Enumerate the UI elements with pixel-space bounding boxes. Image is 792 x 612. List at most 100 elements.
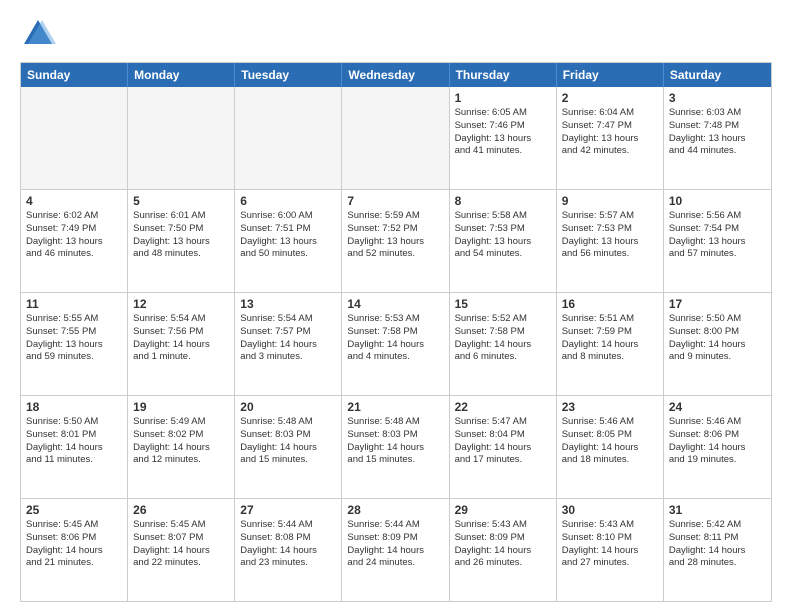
header — [20, 16, 772, 52]
cell-line: Sunset: 8:09 PM — [347, 532, 443, 545]
cell-line: Daylight: 14 hours — [240, 442, 336, 455]
cell-line: Sunrise: 5:44 AM — [240, 519, 336, 532]
day-number: 23 — [562, 400, 658, 414]
day-number: 6 — [240, 194, 336, 208]
cell-line: Sunset: 8:06 PM — [669, 429, 766, 442]
cell-line: Daylight: 13 hours — [240, 236, 336, 249]
calendar-cell-day-30: 30Sunrise: 5:43 AMSunset: 8:10 PMDayligh… — [557, 499, 664, 601]
cell-line: Sunrise: 5:47 AM — [455, 416, 551, 429]
cell-line: Daylight: 14 hours — [669, 442, 766, 455]
cell-line: Sunrise: 5:49 AM — [133, 416, 229, 429]
cell-line: Sunset: 7:46 PM — [455, 120, 551, 133]
cell-line: Sunrise: 5:58 AM — [455, 210, 551, 223]
cell-line: and 41 minutes. — [455, 145, 551, 158]
weekday-header-friday: Friday — [557, 63, 664, 87]
cell-line: Sunrise: 5:59 AM — [347, 210, 443, 223]
cell-line: Sunrise: 5:56 AM — [669, 210, 766, 223]
cell-line: Daylight: 14 hours — [347, 442, 443, 455]
cell-line: Daylight: 14 hours — [347, 545, 443, 558]
cell-line: and 6 minutes. — [455, 351, 551, 364]
cell-line: Sunrise: 5:48 AM — [347, 416, 443, 429]
calendar-cell-day-5: 5Sunrise: 6:01 AMSunset: 7:50 PMDaylight… — [128, 190, 235, 292]
cell-line: Sunset: 8:00 PM — [669, 326, 766, 339]
cell-line: Sunrise: 5:43 AM — [562, 519, 658, 532]
cell-line: Daylight: 14 hours — [669, 339, 766, 352]
cell-line: and 18 minutes. — [562, 454, 658, 467]
cell-line: Sunrise: 5:50 AM — [669, 313, 766, 326]
cell-line: Daylight: 14 hours — [133, 545, 229, 558]
day-number: 14 — [347, 297, 443, 311]
cell-line: Sunset: 7:59 PM — [562, 326, 658, 339]
day-number: 22 — [455, 400, 551, 414]
cell-line: and 19 minutes. — [669, 454, 766, 467]
cell-line: Sunrise: 5:45 AM — [133, 519, 229, 532]
cell-line: Sunrise: 6:02 AM — [26, 210, 122, 223]
calendar-cell-empty-0-2 — [235, 87, 342, 189]
cell-line: Sunrise: 5:50 AM — [26, 416, 122, 429]
day-number: 1 — [455, 91, 551, 105]
day-number: 31 — [669, 503, 766, 517]
calendar-row-2: 11Sunrise: 5:55 AMSunset: 7:55 PMDayligh… — [21, 293, 771, 396]
cell-line: Sunrise: 6:03 AM — [669, 107, 766, 120]
calendar-cell-day-10: 10Sunrise: 5:56 AMSunset: 7:54 PMDayligh… — [664, 190, 771, 292]
calendar-cell-empty-0-3 — [342, 87, 449, 189]
cell-line: Daylight: 13 hours — [562, 236, 658, 249]
day-number: 27 — [240, 503, 336, 517]
day-number: 2 — [562, 91, 658, 105]
cell-line: Sunrise: 5:54 AM — [240, 313, 336, 326]
calendar-cell-day-25: 25Sunrise: 5:45 AMSunset: 8:06 PMDayligh… — [21, 499, 128, 601]
cell-line: and 52 minutes. — [347, 248, 443, 261]
cell-line: Sunrise: 6:05 AM — [455, 107, 551, 120]
day-number: 24 — [669, 400, 766, 414]
cell-line: and 50 minutes. — [240, 248, 336, 261]
cell-line: and 9 minutes. — [669, 351, 766, 364]
cell-line: Sunset: 7:53 PM — [562, 223, 658, 236]
calendar-cell-day-22: 22Sunrise: 5:47 AMSunset: 8:04 PMDayligh… — [450, 396, 557, 498]
cell-line: and 12 minutes. — [133, 454, 229, 467]
calendar-cell-day-23: 23Sunrise: 5:46 AMSunset: 8:05 PMDayligh… — [557, 396, 664, 498]
calendar-body: 1 Sunrise: 6:05 AMSunset: 7:46 PM Daylight… — [21, 87, 771, 601]
cell-line: Sunset: 7:57 PM — [240, 326, 336, 339]
cell-line: Sunset: 8:01 PM — [26, 429, 122, 442]
calendar-cell-day-4: 4Sunrise: 6:02 AMSunset: 7:49 PMDaylight… — [21, 190, 128, 292]
cell-line: Sunset: 7:58 PM — [455, 326, 551, 339]
cell-line: and 46 minutes. — [26, 248, 122, 261]
cell-line: Daylight: 14 hours — [133, 339, 229, 352]
day-number: 20 — [240, 400, 336, 414]
cell-line: Daylight: 14 hours — [240, 339, 336, 352]
calendar-cell-day-21: 21 Sunrise: 5:48 AMSunset: 8:03 PMDayligh… — [342, 396, 449, 498]
day-number: 16 — [562, 297, 658, 311]
cell-line: Daylight: 14 hours — [133, 442, 229, 455]
weekday-header-saturday: Saturday — [664, 63, 771, 87]
cell-line: and 48 minutes. — [133, 248, 229, 261]
cell-line: Sunrise: 6:04 AM — [562, 107, 658, 120]
cell-line: and 3 minutes. — [240, 351, 336, 364]
cell-line: and 17 minutes. — [455, 454, 551, 467]
cell-line: Sunrise: 5:42 AM — [669, 519, 766, 532]
cell-line: Sunset: 7:55 PM — [26, 326, 122, 339]
cell-line: Daylight: 13 hours — [562, 133, 658, 146]
cell-line: Sunset: 7:50 PM — [133, 223, 229, 236]
day-number: 21 — [347, 400, 443, 414]
cell-line: Daylight: 13 hours — [133, 236, 229, 249]
cell-line: Daylight: 13 hours — [455, 236, 551, 249]
cell-line: Sunrise: 5:46 AM — [669, 416, 766, 429]
cell-line: Sunrise: 5:52 AM — [455, 313, 551, 326]
cell-line: Sunset: 8:09 PM — [455, 532, 551, 545]
cell-line: Daylight: 14 hours — [26, 442, 122, 455]
cell-line: Sunset: 8:06 PM — [26, 532, 122, 545]
calendar-row-1: 4Sunrise: 6:02 AMSunset: 7:49 PMDaylight… — [21, 190, 771, 293]
day-number: 12 — [133, 297, 229, 311]
cell-line: Sunset: 8:03 PM — [347, 429, 443, 442]
calendar-cell-day-14: 14Sunrise: 5:53 AMSunset: 7:58 PMDayligh… — [342, 293, 449, 395]
cell-line: Daylight: 13 hours — [26, 339, 122, 352]
weekday-header-wednesday: Wednesday — [342, 63, 449, 87]
cell-line: Daylight: 14 hours — [26, 545, 122, 558]
weekday-header-monday: Monday — [128, 63, 235, 87]
cell-line: Sunset: 7:53 PM — [455, 223, 551, 236]
day-number: 30 — [562, 503, 658, 517]
cell-line: Sunrise: 6:01 AM — [133, 210, 229, 223]
cell-line: Sunrise: 6:00 AM — [240, 210, 336, 223]
day-number: 26 — [133, 503, 229, 517]
page: SundayMondayTuesdayWednesdayThursdayFrid… — [0, 0, 792, 612]
